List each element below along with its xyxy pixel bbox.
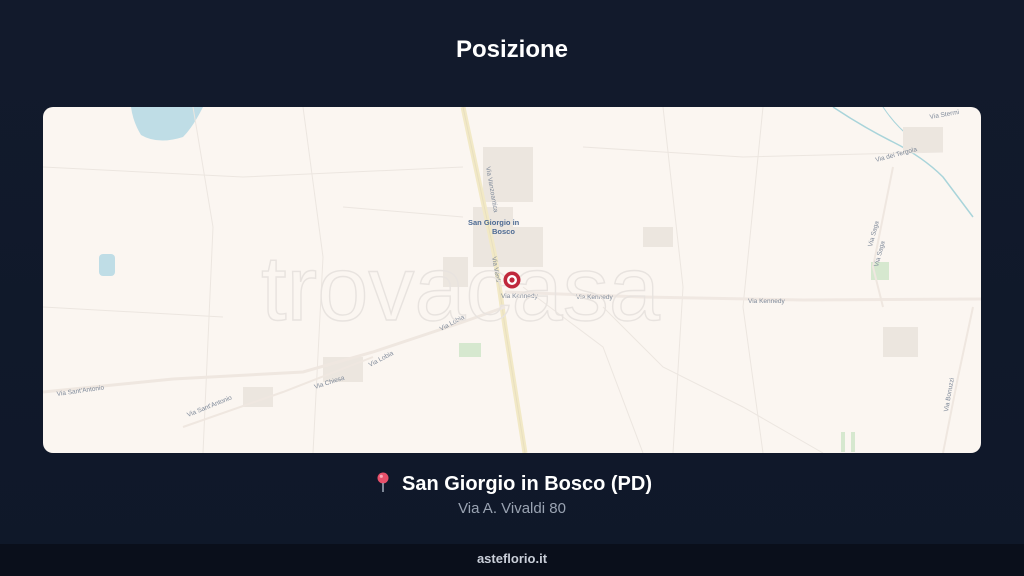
road-label: Via Stermi xyxy=(929,109,960,121)
road-label: Via dei Tergola xyxy=(875,146,918,164)
location-address: Via A. Vivaldi 80 xyxy=(458,500,566,517)
footer: asteflorio.it xyxy=(0,544,1024,576)
green-patch xyxy=(459,343,481,357)
location-name: San Giorgio in Bosco (PD) xyxy=(401,473,652,495)
river-line xyxy=(832,107,974,218)
road-label: Via Kennedy xyxy=(748,298,785,305)
road-label: Via Sant'Antonio xyxy=(56,384,105,398)
pond-shape xyxy=(99,254,115,276)
location-line: San Giorgio in Bosco (PD) xyxy=(0,471,1024,496)
map-canvas[interactable]: Via Kennedy Via Kennedy Via Kennedy Via … xyxy=(43,107,981,453)
location-marker[interactable] xyxy=(503,271,521,289)
road-label: Via Sant'Antonio xyxy=(186,394,233,419)
town-label: San Giorgio in xyxy=(468,218,520,227)
pin-icon xyxy=(372,471,394,493)
green-patch xyxy=(851,432,855,452)
watermark: trovacasa xyxy=(261,238,661,340)
map-view[interactable]: Via Kennedy Via Kennedy Via Kennedy Via … xyxy=(43,107,981,453)
footer-site[interactable]: asteflorio.it xyxy=(477,551,547,566)
page-title: Posizione xyxy=(455,36,569,63)
green-patch xyxy=(841,432,845,452)
lake-shape xyxy=(131,107,203,141)
town-label: Bosco xyxy=(492,227,515,236)
